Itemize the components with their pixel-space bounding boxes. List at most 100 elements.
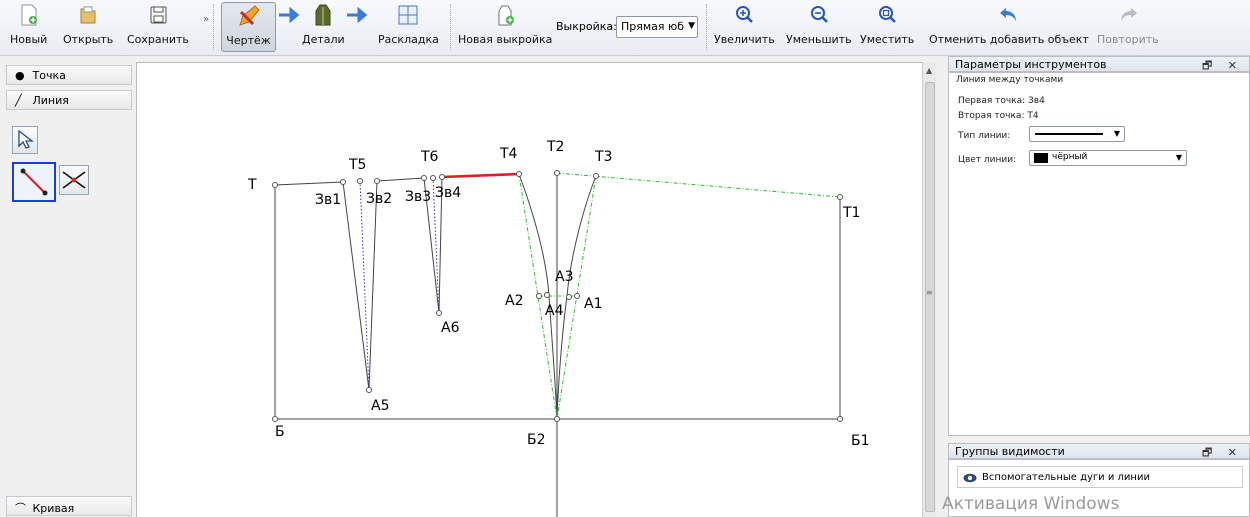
new-button[interactable]: Новый (10, 2, 47, 52)
chevron-down-icon: ▼ (688, 21, 695, 31)
zoom-out-button[interactable]: Уменьшить (786, 2, 852, 52)
curve-icon: ⌒ (15, 502, 26, 515)
select-pointer-button[interactable] (12, 126, 38, 154)
chevron-down-icon: ▼ (1113, 129, 1120, 138)
line-color-select[interactable]: чёрный ▼ (1029, 150, 1187, 166)
undo-button[interactable]: Отменить добавить объект (929, 2, 1089, 52)
selected-line-zv4-t4[interactable] (441, 172, 520, 179)
scrollbar-grip-icon: ≡ (926, 288, 933, 297)
undo-label: Отменить добавить объект (929, 33, 1089, 46)
layout-mode-button[interactable]: Раскладка (378, 2, 439, 52)
line-color-value: чёрный (1052, 152, 1088, 162)
arrow-icon (278, 2, 300, 52)
line-type-select[interactable]: ▼ (1029, 126, 1125, 142)
point-label-a2: А2 (505, 293, 523, 309)
tab-line[interactable]: ╱ Линия (6, 90, 132, 110)
zoom-in-label: Увеличить (714, 33, 775, 46)
draft-mode-button[interactable]: Чертёж (221, 2, 276, 52)
tab-point-label: Точка (32, 69, 66, 82)
point-label-zv2: Зв2 (366, 191, 392, 207)
point-label-t2: Т2 (546, 139, 564, 155)
line-color-label: Цвет линии: (958, 155, 1017, 165)
draft-label: Чертёж (226, 34, 271, 47)
tab-line-label: Линия (32, 94, 69, 107)
point-label-t3: Т3 (594, 149, 612, 165)
line-between-points-tool[interactable] (12, 162, 56, 202)
new-pattern-label: Новая выкройка (458, 33, 553, 46)
params-panel-header: Параметры инструментов 🗗 ✕ (948, 56, 1250, 72)
zoom-in-button[interactable]: Увеличить (714, 2, 775, 52)
details-label: Детали (302, 33, 345, 46)
first-point-text: Первая точка: Зв4 (958, 96, 1045, 106)
tool-name: Линия между точками (956, 75, 1064, 85)
point-label-zv1: Зв1 (315, 192, 341, 208)
zoom-out-label: Уменьшить (786, 33, 852, 46)
point-label-b: Б (275, 424, 285, 440)
save-button[interactable]: Сохранить (127, 2, 189, 52)
line-intersect-tool[interactable] (59, 165, 89, 195)
open-file-icon (78, 2, 98, 28)
open-button[interactable]: Открыть (63, 2, 113, 52)
color-swatch (1034, 153, 1048, 163)
line-icon: ╱ (15, 94, 22, 107)
dart-a5[interactable] (342, 180, 378, 391)
tab-point[interactable]: ● Точка (6, 65, 132, 85)
windows-activation-watermark: Активация Windows (942, 494, 1120, 514)
line-between-points-icon (20, 168, 48, 196)
redo-label: Повторить (1097, 33, 1159, 46)
point-label-t1: Т1 (842, 205, 860, 221)
point-label-t5: Т5 (348, 157, 366, 173)
redo-arrow-icon (1117, 2, 1139, 28)
canvas-vertical-scrollbar[interactable]: ▲ ≡ (922, 62, 936, 517)
scroll-up-icon[interactable]: ▲ (926, 66, 932, 75)
open-label: Открыть (63, 33, 114, 46)
point-label-b2: Б2 (527, 432, 546, 448)
point-label-a5: А5 (371, 398, 389, 414)
new-file-icon (19, 2, 39, 28)
details-mode-button[interactable]: Детали (302, 2, 345, 52)
line-intersect-icon (62, 171, 86, 189)
visibility-group-item[interactable]: Вспомогательные дуги и линии (957, 466, 1243, 488)
solid-line-swatch (1035, 133, 1103, 135)
params-panel-title: Параметры инструментов (955, 58, 1107, 71)
point-label-b1: Б1 (851, 433, 870, 449)
visibility-panel-title: Группы видимости (955, 445, 1065, 458)
point-label-a1: А1 (584, 296, 602, 312)
waist-segment[interactable] (376, 177, 425, 182)
chevron-down-icon: ▼ (1175, 153, 1182, 162)
dart-axis-t5 (359, 180, 370, 391)
pattern-label: Выкройка: (556, 20, 617, 33)
toolbar-separator (706, 4, 707, 50)
garment-details-icon (312, 2, 334, 28)
point-label-zv4: Зв4 (435, 185, 461, 201)
point-icon: ● (15, 69, 25, 82)
toolbar-separator (213, 4, 214, 50)
toolbox-panel: ● Точка ╱ Линия ⌒ Кривая (0, 60, 136, 517)
toolbar-overflow-icon[interactable]: » (203, 14, 209, 25)
visibility-group-label: Вспомогательные дуги и линии (982, 472, 1150, 483)
point-label-a6: А6 (441, 320, 460, 336)
waist-segment[interactable] (274, 181, 344, 186)
pattern-select[interactable]: Прямая юб ▼ (616, 16, 698, 38)
zoom-out-icon (809, 2, 829, 28)
new-pattern-button[interactable]: Новая выкройка (458, 2, 552, 52)
redo-button[interactable]: Повторить (1097, 2, 1159, 52)
toolbar-separator (450, 4, 451, 50)
eye-icon[interactable] (963, 472, 977, 483)
zoom-fit-icon (877, 2, 897, 28)
point-label-t6: Т6 (420, 149, 439, 165)
visibility-panel-header: Группы видимости 🗗 ✕ (948, 443, 1250, 459)
fit-button[interactable]: Уместить (860, 2, 914, 52)
point-label-a4: А4 (545, 303, 564, 319)
tab-curve[interactable]: ⌒ Кривая (6, 496, 132, 516)
save-label: Сохранить (127, 33, 189, 46)
point-label-zv3: Зв3 (405, 189, 431, 205)
tab-curve-label: Кривая (32, 502, 75, 515)
drawing-canvas[interactable]: Т Т5 Т6 Т4 Т2 Т3 Т1 Зв1 Зв2 Зв3 Зв4 А3 А… (136, 62, 922, 517)
scrollbar-thumb[interactable] (925, 82, 935, 512)
pattern-drawing[interactable]: Т Т5 Т6 Т4 Т2 Т3 Т1 Зв1 Зв2 Зв3 Зв4 А3 А… (137, 63, 922, 517)
cursor-arrow-icon (18, 130, 34, 149)
arrow-icon (346, 2, 368, 52)
fit-label: Уместить (860, 33, 915, 46)
new-label: Новый (10, 33, 48, 46)
